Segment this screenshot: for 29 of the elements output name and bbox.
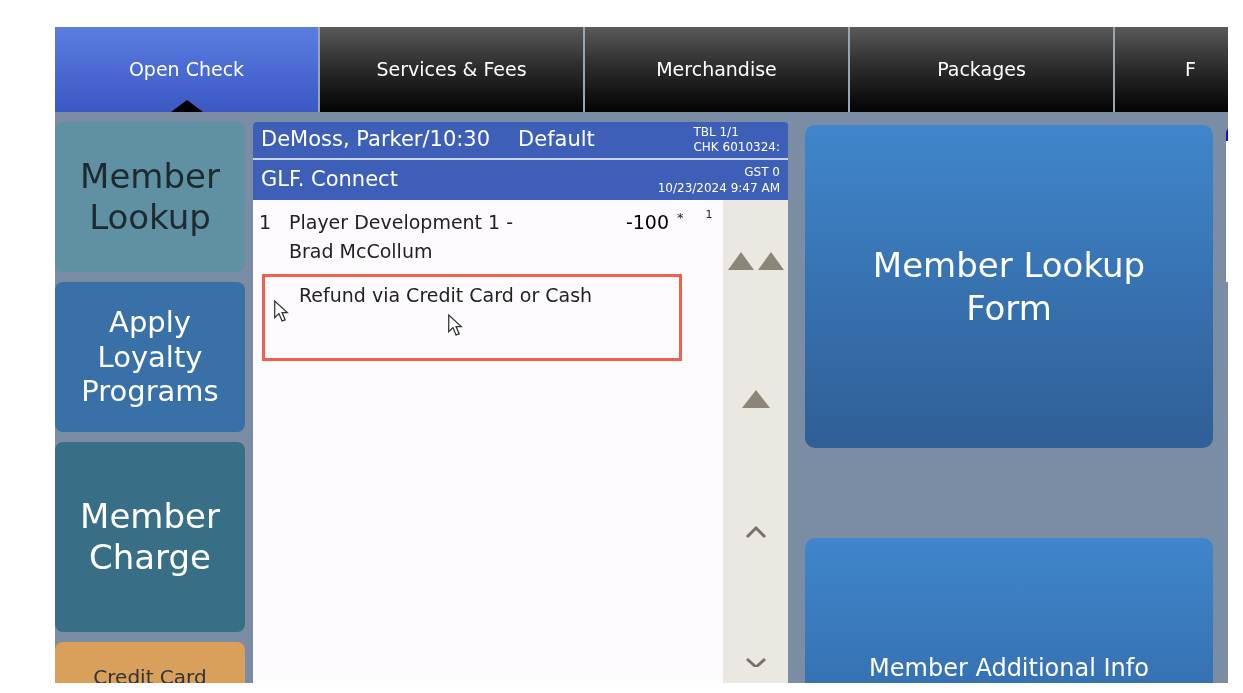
menu-button[interactable]: Member Lookup [55, 122, 245, 272]
check-number: CHK 6010324: [693, 140, 780, 155]
tab[interactable]: F [1115, 27, 1228, 112]
tab[interactable]: Merchandise [585, 27, 848, 112]
item-quantity: 1 [259, 210, 273, 235]
scroll-up-icon[interactable] [741, 390, 770, 408]
cursor-icon [447, 314, 463, 336]
table-number: TBL 1/1 [693, 125, 740, 140]
action-button[interactable]: Member Lookup Form [805, 125, 1213, 448]
line-up-icon[interactable] [744, 526, 767, 539]
profile-name: Default [518, 126, 595, 154]
menu-button[interactable]: Member Charge [55, 442, 245, 632]
menu-button[interactable]: Apply Loyalty Programs [55, 282, 245, 432]
line-down-icon[interactable] [744, 657, 767, 667]
guest-count: GST 0 [744, 164, 780, 180]
tab[interactable]: Packages [850, 27, 1113, 112]
item-note: Refund via Credit Card or Cash [299, 283, 593, 308]
seat-number: 1 [705, 208, 713, 223]
item-name: Player Development 1 - Brad McCollum [289, 210, 515, 264]
tab[interactable]: Services & Fees [320, 27, 583, 112]
revenue-center: GLF. Connect [261, 166, 398, 194]
modifier-label: * [677, 209, 684, 227]
cursor-icon [273, 300, 289, 322]
action-button[interactable]: Member Additional Info [805, 538, 1213, 683]
check-datetime: 10/23/2024 9:47 AM [657, 180, 780, 196]
guest-name: DeMoss, Parker/10:30 [261, 126, 491, 154]
tab[interactable]: Open Check [55, 27, 318, 112]
item-amount: -100 [624, 210, 669, 235]
page-up-icon[interactable] [727, 252, 784, 270]
